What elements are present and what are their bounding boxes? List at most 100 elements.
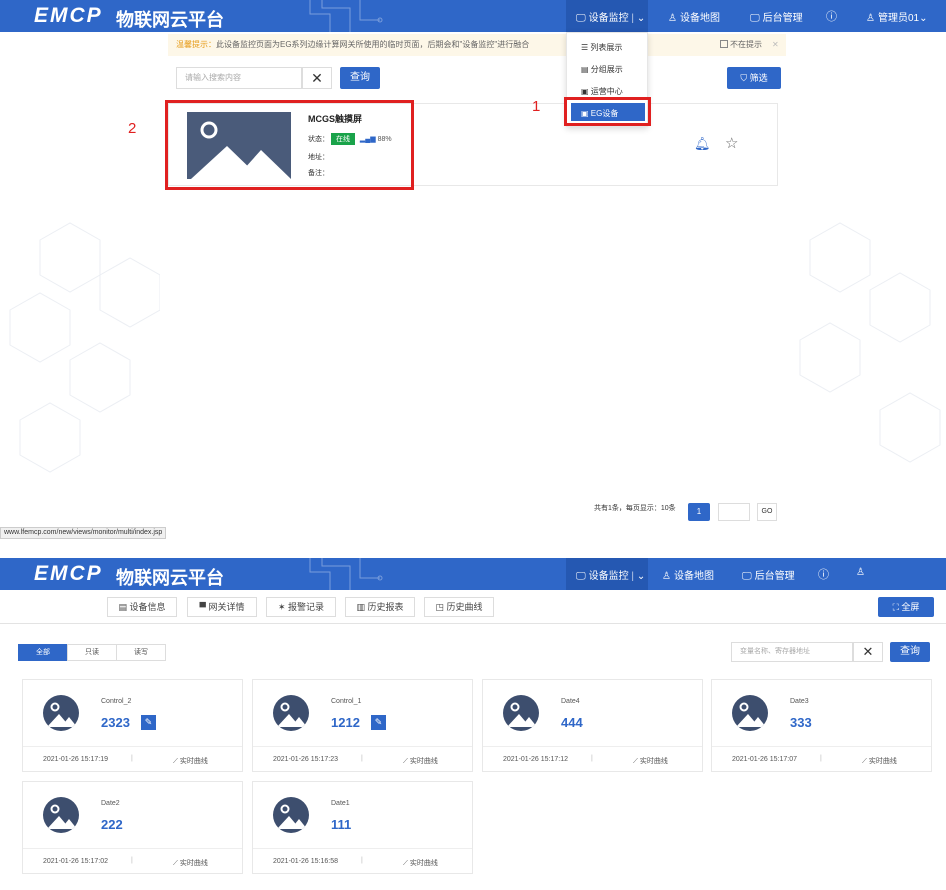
- nav-device-monitor[interactable]: 🖵 设备监控 | ⌄: [576, 9, 645, 24]
- user-icon: ♙: [866, 13, 875, 24]
- close-icon[interactable]: ✕: [772, 34, 779, 56]
- tab-device-info[interactable]: ▤ 设备信息: [107, 597, 177, 617]
- monitor-page: EMCP 物联网云平台 🖵 设备监控 | ⌄ ♙ 设备地图 🖵 后台管理 ⓘ ♙ 管理员…: [0, 0, 946, 540]
- list-icon: ☰: [581, 43, 591, 52]
- variable-card[interactable]: Control_1 1212 ✎ 2021-01-26 15:17:23 | ⟋ 实时曲线: [252, 679, 473, 772]
- monitor-icon: 🖵: [750, 13, 760, 24]
- menu-item-group-view[interactable]: ▤ 分组展示: [581, 64, 623, 75]
- nav-device-monitor[interactable]: 🖵 设备监控 | ⌄: [576, 567, 645, 582]
- nav-admin[interactable]: 🖵 后台管理: [750, 9, 803, 24]
- eg-device-page: EMCP 物联网云平台 🖵 设备监控 | ⌄ ♙ 设备地图 🖵 后台管理 ⓘ ♙ ▤ …: [0, 558, 946, 890]
- menu-item-operations-center[interactable]: ▣ 运营中心: [581, 86, 623, 97]
- help-icon[interactable]: ⓘ: [818, 566, 829, 582]
- footer-divider: |: [591, 755, 593, 762]
- variable-name: Date2: [101, 800, 120, 807]
- user-icon: ♙: [662, 571, 671, 582]
- footer-divider: |: [361, 755, 363, 762]
- realtime-curve-link[interactable]: ⟋ 实时曲线: [862, 756, 897, 766]
- chart-icon: ◳: [435, 602, 447, 612]
- page-button-1[interactable]: 1: [688, 503, 710, 521]
- bell-icon[interactable]: 🔔︎: [694, 136, 711, 152]
- circuit-decoration: [309, 0, 383, 32]
- variable-value: 333: [790, 715, 812, 730]
- edit-icon[interactable]: ✎: [141, 715, 156, 730]
- line-chart-icon: ⟋: [633, 758, 640, 765]
- filter-read-write[interactable]: 读写: [116, 644, 166, 661]
- variable-timestamp: 2021-01-26 15:17:23: [273, 756, 338, 763]
- variable-card[interactable]: Date3 333 2021-01-26 15:17:07 | ⟋ 实时曲线: [711, 679, 932, 772]
- platform-title: 物联网云平台: [116, 10, 224, 30]
- user-icon[interactable]: ♙: [856, 567, 865, 578]
- clear-search-button[interactable]: ✕: [302, 67, 332, 89]
- tab-alarm-records[interactable]: ✶ 报警记录: [266, 597, 336, 617]
- chevron-down-icon: ⌄: [636, 13, 646, 24]
- variable-value: 2323: [101, 715, 130, 730]
- query-button[interactable]: 查询: [890, 642, 930, 662]
- tab-gateway-detail[interactable]: ▀ 网关详情: [187, 597, 257, 617]
- variable-name: Control_1: [331, 698, 362, 705]
- tab-history-report[interactable]: ▥ 历史报表: [345, 597, 415, 617]
- variable-avatar-icon: [273, 695, 309, 731]
- device-info-icon: ▤: [118, 602, 130, 612]
- page-input[interactable]: [718, 503, 750, 521]
- line-chart-icon: ⟋: [862, 758, 869, 765]
- variable-value: 111: [331, 817, 352, 832]
- dont-remind-checkbox[interactable]: 不在提示: [720, 34, 762, 56]
- annotation-box-2: [165, 100, 414, 190]
- monitor-icon: 🖵: [576, 13, 586, 24]
- variable-timestamp: 2021-01-26 15:17:12: [503, 756, 568, 763]
- circuit-decoration: [309, 558, 383, 590]
- nav-user-menu[interactable]: ♙ 管理员01⌄: [866, 9, 927, 24]
- menu-item-list-view[interactable]: ☰ 列表展示: [581, 42, 622, 53]
- line-chart-icon: ⟋: [403, 758, 410, 765]
- help-icon[interactable]: ⓘ: [826, 8, 837, 24]
- footer-divider: |: [361, 857, 363, 864]
- variable-timestamp: 2021-01-26 15:17:07: [732, 756, 797, 763]
- status-bar-url: www.lfemcp.com/new/views/monitor/multi/i…: [0, 527, 167, 539]
- detail-tab-bar: ▤ 设备信息 ▀ 网关详情 ✶ 报警记录 ▥ 历史报表 ◳ 历史曲线 ⛶ 全屏: [0, 590, 946, 624]
- filter-icon: ⛉: [740, 73, 750, 83]
- variable-timestamp: 2021-01-26 15:17:19: [43, 756, 108, 763]
- clear-search-button[interactable]: ✕: [853, 642, 883, 662]
- variable-avatar-icon: [732, 695, 768, 731]
- footer-divider: |: [131, 857, 133, 864]
- pagination-summary: 共有1条，每页显示：10条: [594, 505, 676, 512]
- hexagon-background-left: [9, 222, 160, 473]
- edit-icon[interactable]: ✎: [371, 715, 386, 730]
- search-input[interactable]: 请输入搜索内容: [176, 67, 302, 89]
- nav-device-map[interactable]: ♙ 设备地图: [662, 567, 714, 582]
- variable-avatar-icon: [43, 797, 79, 833]
- variable-value: 444: [561, 715, 583, 730]
- realtime-curve-link[interactable]: ⟋ 实时曲线: [403, 756, 438, 766]
- variable-card[interactable]: Control_2 2323 ✎ 2021-01-26 15:17:19 | ⟋ 实时曲线: [22, 679, 243, 772]
- filter-read-only[interactable]: 只读: [67, 644, 117, 661]
- card-footer: 2021-01-26 15:16:58 | ⟋ 实时曲线: [253, 848, 472, 874]
- realtime-curve-link[interactable]: ⟋ 实时曲线: [633, 756, 668, 766]
- query-button[interactable]: 查询: [340, 67, 380, 89]
- variable-value: 1212: [331, 715, 360, 730]
- tab-history-curve[interactable]: ◳ 历史曲线: [424, 597, 494, 617]
- go-button[interactable]: GO: [757, 503, 777, 521]
- star-icon[interactable]: ☆: [725, 134, 738, 152]
- user-icon: ♙: [668, 13, 677, 24]
- variable-search-input[interactable]: 变量名称、寄存器地址: [731, 642, 853, 662]
- fullscreen-button[interactable]: ⛶ 全屏: [878, 597, 934, 617]
- realtime-curve-link[interactable]: ⟋ 实时曲线: [173, 858, 208, 868]
- filter-all[interactable]: 全部: [18, 644, 68, 661]
- chevron-down-icon: ⌄: [636, 571, 646, 582]
- realtime-curve-link[interactable]: ⟋ 实时曲线: [173, 756, 208, 766]
- variable-value: 222: [101, 817, 123, 832]
- nav-device-map[interactable]: ♙ 设备地图: [668, 9, 720, 24]
- variable-card[interactable]: Date2 222 2021-01-26 15:17:02 | ⟋ 实时曲线: [22, 781, 243, 874]
- nav-admin[interactable]: 🖵 后台管理: [742, 567, 795, 582]
- variable-name: Control_2: [101, 698, 132, 705]
- annotation-label-1: 1: [532, 98, 541, 115]
- filter-button[interactable]: ⛉ 筛选: [727, 67, 781, 89]
- realtime-curve-link[interactable]: ⟋ 实时曲线: [403, 858, 438, 868]
- variable-card[interactable]: Date4 444 2021-01-26 15:17:12 | ⟋ 实时曲线: [482, 679, 703, 772]
- line-chart-icon: ⟋: [173, 860, 180, 867]
- variable-card[interactable]: Date1 111 2021-01-26 15:16:58 | ⟋ 实时曲线: [252, 781, 473, 874]
- emcp-logo: EMCP: [34, 562, 103, 585]
- hexagon-background-right: [799, 222, 941, 463]
- monitor-icon: 🖵: [576, 571, 586, 582]
